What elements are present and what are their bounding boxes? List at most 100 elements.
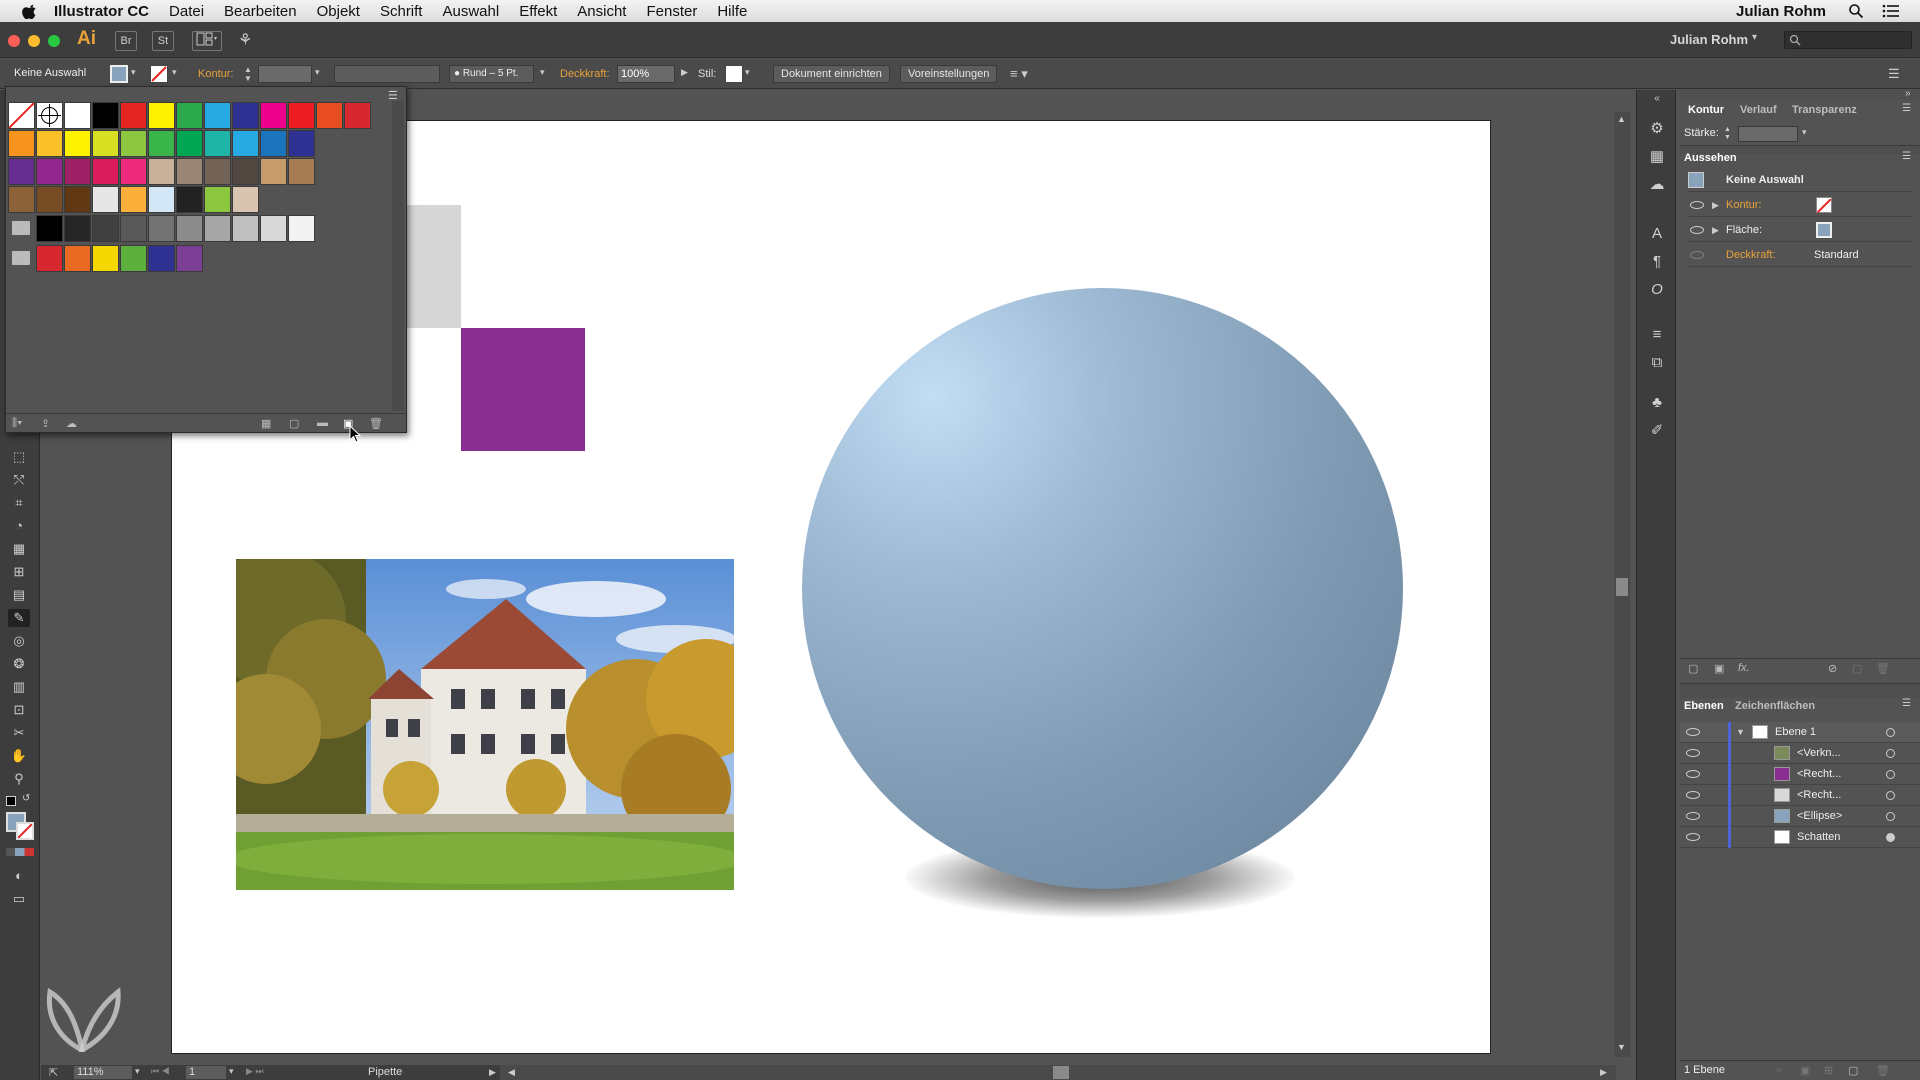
shape-builder-icon[interactable]: ◔ xyxy=(8,517,30,535)
fill-swatch[interactable] xyxy=(1816,222,1832,238)
appearance-fill-label[interactable]: Fläche: xyxy=(1726,218,1762,242)
bridge-button[interactable]: Br xyxy=(115,31,137,51)
menu-app-name[interactable]: Illustrator CC xyxy=(54,3,149,20)
panel-menu-icon[interactable]: ☰ xyxy=(1902,698,1911,709)
color-swatch[interactable] xyxy=(120,130,147,157)
zoom-icon[interactable]: ⚲ xyxy=(8,770,30,788)
target-circle-icon[interactable] xyxy=(1886,770,1895,779)
new-sublayer-icon[interactable]: ⊞ xyxy=(1824,1064,1833,1077)
column-graph-icon[interactable]: ▥ xyxy=(8,678,30,696)
color-swatch[interactable] xyxy=(8,130,35,157)
zoom-level-field[interactable]: 111% xyxy=(74,1066,132,1079)
color-swatch[interactable] xyxy=(176,186,203,213)
graphic-style-swatch[interactable] xyxy=(725,65,743,83)
symbol-sprayer-icon[interactable]: ❂ xyxy=(8,655,30,673)
stroke-label[interactable]: Kontur: xyxy=(198,68,233,80)
expand-triangle-icon[interactable]: ▶ xyxy=(1712,218,1719,242)
color-swatch[interactable] xyxy=(232,130,259,157)
chevron-down-icon[interactable]: ▾ xyxy=(1802,127,1807,138)
close-window-button[interactable] xyxy=(8,35,20,47)
expand-triangle-icon[interactable]: ▼ xyxy=(1736,722,1745,743)
registration-swatch[interactable] xyxy=(36,102,63,129)
color-swatch[interactable] xyxy=(64,130,91,157)
trash-icon[interactable]: 🗑 xyxy=(369,417,383,430)
layer-name[interactable]: Schatten xyxy=(1797,827,1840,848)
none-swatch[interactable] xyxy=(8,102,35,129)
perspective-grid-icon[interactable]: ▦ xyxy=(8,540,30,558)
eye-icon[interactable] xyxy=(1686,728,1700,736)
next-artboard-icon[interactable]: ▶ ⏭ xyxy=(246,1066,264,1077)
appearance-opacity-row[interactable]: Deckkraft: Standard xyxy=(1688,243,1912,267)
blend-tool-icon[interactable]: ◎ xyxy=(8,632,30,650)
tab-ebenen[interactable]: Ebenen xyxy=(1684,696,1724,716)
tab-transparenz[interactable]: Transparenz xyxy=(1792,100,1857,120)
stroke-weight-stepper[interactable]: ▲ ▼ xyxy=(1724,126,1736,142)
panel-menu-icon[interactable]: ☰ xyxy=(1888,66,1900,82)
blue-ellipse-sphere[interactable] xyxy=(802,288,1403,889)
color-swatch[interactable] xyxy=(8,158,35,185)
color-swatch[interactable] xyxy=(92,245,119,272)
color-swatch[interactable] xyxy=(260,102,287,129)
brushes-icon[interactable]: ✐ xyxy=(1647,422,1667,440)
chevron-down-icon[interactable]: ▾ xyxy=(315,67,320,78)
color-swatch[interactable] xyxy=(260,215,287,242)
preferences-button[interactable]: Voreinstellungen xyxy=(900,65,998,83)
layer-item-row[interactable]: <Verkn... xyxy=(1680,743,1920,764)
zoom-window-button[interactable] xyxy=(48,35,60,47)
color-swatch[interactable] xyxy=(148,245,175,272)
color-swatch[interactable] xyxy=(288,130,315,157)
chevron-down-icon[interactable]: ▾ xyxy=(229,1066,234,1077)
color-swatch[interactable] xyxy=(344,102,371,129)
appearance-fill-row[interactable]: ▶ Fläche: xyxy=(1688,218,1912,242)
gradient-tool-icon[interactable]: ▤ xyxy=(8,586,30,604)
color-swatch[interactable] xyxy=(36,186,63,213)
horizontal-scroll-thumb[interactable] xyxy=(1053,1066,1069,1079)
layer-name[interactable]: <Recht... xyxy=(1797,764,1841,785)
new-color-group-icon[interactable]: ▬ xyxy=(317,417,328,429)
width-tool-icon[interactable]: ⤲ xyxy=(8,471,30,489)
color-swatch[interactable] xyxy=(120,186,147,213)
free-transform-icon[interactable]: ⌗ xyxy=(8,494,30,512)
add-effect-button[interactable]: fx. xyxy=(1738,662,1750,674)
color-swatch[interactable] xyxy=(148,130,175,157)
swatch-libraries-icon[interactable]: ⫼▾ xyxy=(12,417,22,430)
slice-tool-icon[interactable]: ✂ xyxy=(8,724,30,742)
gray-rectangle[interactable] xyxy=(403,205,461,328)
color-swatch[interactable] xyxy=(232,215,259,242)
layer-item-row[interactable]: <Ellipse> xyxy=(1680,806,1920,827)
layer-name[interactable]: Ebene 1 xyxy=(1775,722,1816,743)
menubar-user[interactable]: Julian Rohm xyxy=(1736,3,1826,20)
stroke-weight-input[interactable] xyxy=(258,65,312,83)
color-swatch[interactable] xyxy=(64,215,91,242)
color-swatch[interactable] xyxy=(36,130,63,157)
menu-schrift[interactable]: Schrift xyxy=(380,3,423,20)
chevron-right-icon[interactable]: ▶ xyxy=(489,1067,496,1078)
image-trace-icon[interactable]: ⚙ xyxy=(1647,120,1667,138)
opacity-label[interactable]: Deckkraft: xyxy=(560,68,610,80)
color-swatch[interactable] xyxy=(8,186,35,213)
color-swatch[interactable] xyxy=(288,158,315,185)
gpu-performance-icon[interactable]: ⚘ xyxy=(238,32,258,50)
menu-ansicht[interactable]: Ansicht xyxy=(577,3,626,20)
color-swatch[interactable] xyxy=(148,102,175,129)
artboard-number-field[interactable]: 1 xyxy=(186,1066,226,1079)
chevron-down-icon[interactable]: ▾ xyxy=(172,67,177,78)
target-circle-icon[interactable] xyxy=(1886,833,1895,842)
stroke-color-box[interactable] xyxy=(16,822,34,840)
color-swatch[interactable] xyxy=(92,186,119,213)
layer-name[interactable]: <Recht... xyxy=(1797,785,1841,806)
hand-icon[interactable]: ✋ xyxy=(8,747,30,765)
artboard-icon[interactable]: ⊡ xyxy=(8,701,30,719)
appearance-stroke-row[interactable]: ▶ Kontur: xyxy=(1688,193,1912,217)
default-colors-icon[interactable] xyxy=(6,796,16,806)
color-swatch[interactable] xyxy=(92,102,119,129)
eye-icon[interactable] xyxy=(1686,770,1700,778)
color-swatch[interactable] xyxy=(204,130,231,157)
color-swatch[interactable] xyxy=(148,158,175,185)
color-swatch[interactable] xyxy=(204,215,231,242)
placed-photo-castle[interactable] xyxy=(236,559,734,890)
collapse-arrows-icon[interactable]: « xyxy=(1647,90,1667,108)
folder-icon[interactable] xyxy=(12,251,30,265)
drawing-mode-icon[interactable]: ◐ xyxy=(8,867,30,885)
opacity-input[interactable]: 100% xyxy=(617,65,675,83)
